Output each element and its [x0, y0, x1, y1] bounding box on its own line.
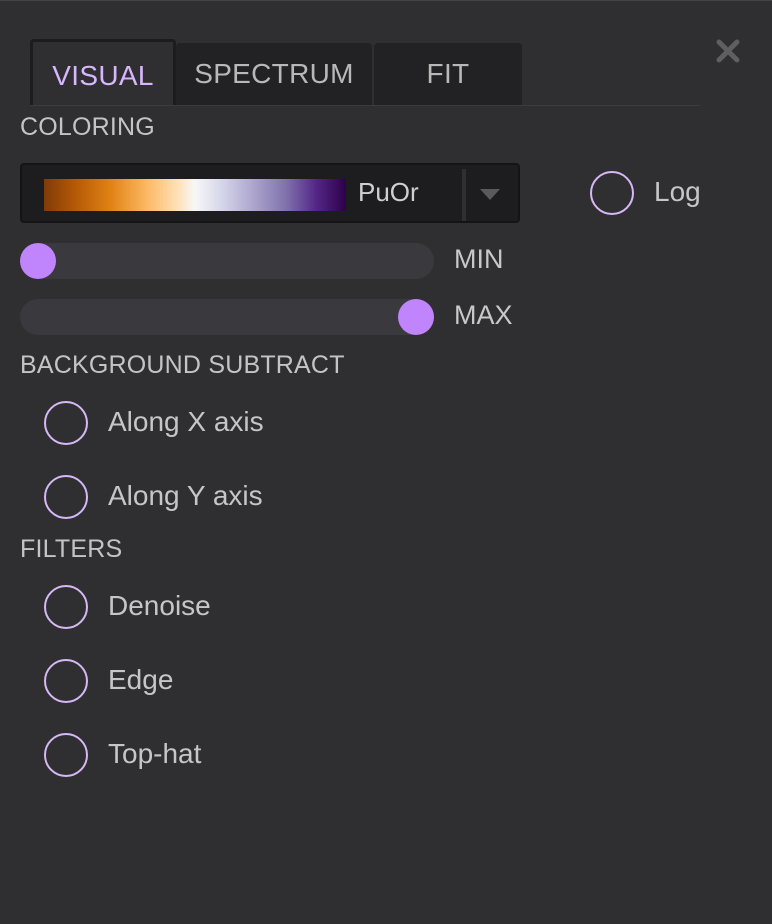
denoise-label: Denoise [108, 590, 211, 621]
along-y-axis-label: Along Y axis [108, 480, 263, 511]
min-slider-thumb[interactable] [20, 243, 56, 279]
tab-bar: VISUAL SPECTRUM FIT [30, 39, 522, 105]
min-label: MIN [454, 244, 504, 274]
chevron-down-icon[interactable] [480, 189, 500, 200]
tab-visual[interactable]: VISUAL [30, 39, 176, 105]
max-label: MAX [454, 300, 513, 330]
denoise-radio[interactable] [44, 585, 88, 629]
select-divider [462, 169, 466, 221]
edge-radio[interactable] [44, 659, 88, 703]
top-hat-radio[interactable] [44, 733, 88, 777]
filters-section-label: FILTERS [20, 535, 123, 563]
tab-spectrum[interactable]: SPECTRUM [176, 43, 372, 105]
along-x-axis-radio[interactable] [44, 401, 88, 445]
log-label: Log [654, 176, 701, 207]
coloring-section-label: COLORING [20, 113, 155, 141]
along-x-axis-label: Along X axis [108, 406, 264, 437]
background-subtract-section-label: BACKGROUND SUBTRACT [20, 351, 345, 379]
colormap-select[interactable]: PuOr [20, 163, 520, 223]
along-y-axis-radio[interactable] [44, 475, 88, 519]
tab-fit[interactable]: FIT [374, 43, 522, 105]
close-icon [716, 39, 740, 63]
max-slider-thumb[interactable] [398, 299, 434, 335]
tabs-underline [30, 105, 700, 106]
colormap-gradient-preview [44, 179, 346, 211]
min-slider[interactable] [20, 243, 434, 279]
max-slider[interactable] [20, 299, 434, 335]
close-button[interactable] [712, 35, 744, 67]
top-hat-label: Top-hat [108, 738, 202, 769]
colormap-name: PuOr [358, 177, 419, 207]
log-radio[interactable] [590, 171, 634, 215]
edge-label: Edge [108, 664, 174, 695]
settings-panel: VISUAL SPECTRUM FIT COLORING PuOr Log MI… [0, 0, 772, 924]
